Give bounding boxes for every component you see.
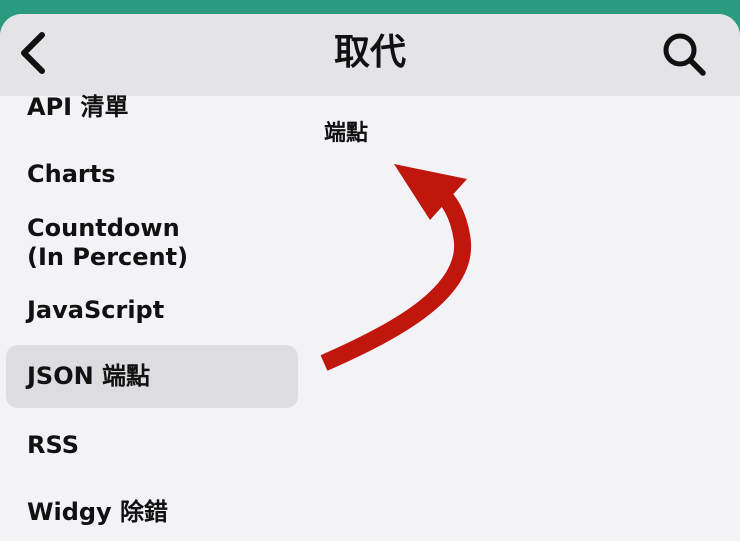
back-button[interactable] [10, 28, 56, 78]
detail-pane: 端點 [310, 96, 740, 541]
sidebar-item-countdown[interactable]: Countdown (In Percent) [6, 212, 298, 274]
sidebar-item-label: RSS [27, 430, 79, 459]
sidebar-item-label: JSON 端點 [27, 362, 151, 390]
sidebar-item-charts[interactable]: Charts [6, 158, 298, 190]
sidebar-item-label: JavaScript [27, 295, 165, 324]
sidebar-item-label: Countdown (In Percent) [27, 214, 189, 271]
app-screen: 取代 API 清單 Charts Countdown (In Percent) … [0, 14, 740, 541]
page-title: 取代 [333, 32, 406, 73]
sidebar-item-api-list[interactable]: API 清單 [6, 92, 298, 122]
sidebar-item-label: Widgy 除錯 [27, 497, 169, 526]
endpoint-label: 端點 [324, 121, 369, 146]
sidebar-item-widgy-debug[interactable]: Widgy 除錯 [6, 496, 298, 528]
sidebar-item-rss[interactable]: RSS [6, 429, 298, 461]
search-button[interactable] [656, 28, 712, 80]
sidebar-item-label: API 清單 [27, 92, 129, 121]
sidebar-item-json-endpoint[interactable]: JSON 端點 [6, 345, 298, 408]
navigation-bar: 取代 [0, 14, 740, 96]
sidebar-item-javascript[interactable]: JavaScript [6, 294, 298, 326]
chevron-left-icon [21, 32, 45, 74]
sidebar-list: API 清單 Charts Countdown (In Percent) Jav… [0, 93, 310, 541]
magnifying-glass-icon [663, 33, 706, 76]
sidebar-item-label: Charts [27, 159, 116, 188]
